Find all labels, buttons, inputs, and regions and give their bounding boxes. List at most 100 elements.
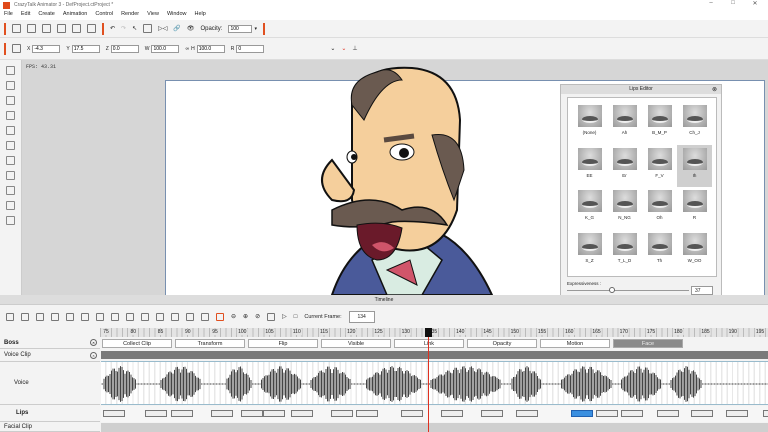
lock-ratio-icon[interactable]: ∞ bbox=[185, 46, 189, 52]
lip-key[interactable] bbox=[356, 410, 378, 417]
close-track-icon[interactable]: × bbox=[90, 339, 97, 346]
maximize-button[interactable]: □ bbox=[722, 0, 744, 10]
zoom-fit-icon[interactable]: ⊘ bbox=[255, 313, 260, 320]
zoom-out-icon[interactable]: ⊖ bbox=[231, 313, 236, 320]
new-file-icon[interactable] bbox=[12, 24, 21, 33]
track-boss[interactable]: Boss × bbox=[0, 337, 100, 349]
menu-render[interactable]: Render bbox=[121, 11, 139, 19]
viseme-oh[interactable]: Oh bbox=[642, 187, 677, 230]
lip-key[interactable] bbox=[481, 410, 503, 417]
pivot-icon[interactable]: ⊥ bbox=[352, 45, 357, 52]
playhead-line[interactable] bbox=[427, 328, 429, 432]
eye-icon[interactable]: 👁 bbox=[187, 25, 195, 32]
viseme-f_v[interactable]: F_V bbox=[642, 145, 677, 188]
ease-in-icon[interactable]: ⌄ bbox=[330, 45, 335, 52]
viseme-r[interactable]: R bbox=[677, 187, 712, 230]
lip-key[interactable] bbox=[171, 410, 193, 417]
tool-icon[interactable] bbox=[6, 96, 15, 105]
track-button-transform[interactable]: Transform bbox=[175, 338, 245, 348]
key-icon[interactable] bbox=[51, 312, 59, 321]
h-input[interactable] bbox=[196, 44, 225, 53]
add-key-icon[interactable] bbox=[66, 312, 74, 321]
tool-icon[interactable] bbox=[6, 111, 15, 120]
import-icon[interactable] bbox=[72, 24, 81, 33]
close-icon[interactable]: ⊗ bbox=[712, 86, 717, 93]
close-track-icon[interactable]: × bbox=[90, 351, 97, 359]
fit-view-icon[interactable] bbox=[267, 312, 276, 321]
save-icon[interactable] bbox=[42, 24, 51, 33]
undo-icon[interactable]: ↶ bbox=[110, 25, 115, 32]
tool-icon[interactable] bbox=[6, 66, 15, 75]
viseme-k_g[interactable]: K_G bbox=[572, 187, 607, 230]
viseme-ah[interactable]: Ah bbox=[607, 102, 642, 145]
track-voice[interactable]: Voice bbox=[0, 362, 100, 405]
viseme-n_ng[interactable]: N_NG bbox=[607, 187, 642, 230]
lip-key[interactable] bbox=[763, 410, 768, 417]
export-icon[interactable] bbox=[87, 24, 96, 33]
expressiveness-slider[interactable] bbox=[567, 290, 689, 291]
link-icon[interactable]: 🔗 bbox=[173, 25, 180, 32]
clip-icon[interactable] bbox=[186, 312, 194, 321]
viseme-t_l_d[interactable]: T_L_D bbox=[607, 230, 642, 273]
clip-icon[interactable] bbox=[171, 312, 179, 321]
lip-key[interactable] bbox=[241, 410, 263, 417]
track-button-flip[interactable]: Flip bbox=[248, 338, 318, 348]
menu-control[interactable]: Control bbox=[95, 11, 113, 19]
voice-clip-bar[interactable] bbox=[101, 351, 768, 359]
flag-icon[interactable] bbox=[216, 312, 224, 321]
redo-icon[interactable]: ↷ bbox=[121, 25, 126, 32]
track-list-icon[interactable] bbox=[6, 312, 14, 321]
viseme-er[interactable]: Er bbox=[607, 145, 642, 188]
y-input[interactable] bbox=[71, 44, 100, 53]
tool-icon[interactable] bbox=[6, 186, 15, 195]
menu-edit[interactable]: Edit bbox=[21, 11, 30, 19]
anchor-grid-icon[interactable] bbox=[12, 44, 21, 53]
clipboard-icon[interactable] bbox=[143, 24, 153, 33]
viseme-ee[interactable]: EE bbox=[572, 145, 607, 188]
frame-ruler[interactable]: 75 80 85 90 95 100 105 110 115 120 125 130 135 140 145… bbox=[100, 328, 768, 337]
tool-icon[interactable] bbox=[6, 216, 15, 225]
lip-key[interactable] bbox=[441, 410, 463, 417]
menu-help[interactable]: Help bbox=[195, 11, 206, 19]
play-icon[interactable]: ▷ bbox=[282, 313, 287, 320]
ease-out-icon[interactable]: ⌄ bbox=[341, 45, 346, 52]
lips-keys-track[interactable] bbox=[101, 406, 768, 422]
playhead-handle[interactable] bbox=[424, 328, 432, 337]
layer-icon[interactable] bbox=[36, 312, 44, 321]
flip-icon[interactable]: ▷◁ bbox=[158, 25, 167, 32]
w-input[interactable] bbox=[151, 44, 180, 53]
character-boss[interactable] bbox=[292, 60, 502, 295]
voice-waveform[interactable] bbox=[100, 361, 768, 405]
lip-key[interactable] bbox=[657, 410, 679, 417]
lip-key[interactable] bbox=[331, 410, 353, 417]
filter-icon[interactable] bbox=[21, 312, 29, 321]
track-button-visible[interactable]: Visible bbox=[321, 338, 391, 348]
clip-icon[interactable] bbox=[156, 312, 164, 321]
viseme-none[interactable]: (None) bbox=[572, 102, 607, 145]
track-button-opacity[interactable]: Opacity bbox=[467, 338, 537, 348]
track-button-motion[interactable]: Motion bbox=[540, 338, 610, 348]
lip-key[interactable] bbox=[621, 410, 643, 417]
menu-animation[interactable]: Animation bbox=[63, 11, 87, 19]
clip-icon[interactable] bbox=[201, 312, 209, 321]
tool-icon[interactable] bbox=[6, 81, 15, 90]
lip-key[interactable] bbox=[103, 410, 125, 417]
viseme-ch_j[interactable]: Ch_J bbox=[677, 102, 712, 145]
menu-file[interactable]: File bbox=[4, 11, 13, 19]
lip-key[interactable] bbox=[516, 410, 538, 417]
viseme-w_oo[interactable]: W_OO bbox=[677, 230, 712, 273]
opacity-dropdown-icon[interactable]: ▾ bbox=[254, 26, 257, 32]
viseme-th[interactable]: Th bbox=[642, 230, 677, 273]
minimize-button[interactable]: – bbox=[700, 0, 722, 10]
current-frame-input[interactable]: 134 bbox=[348, 310, 375, 323]
tool-icon[interactable] bbox=[6, 126, 15, 135]
r-input[interactable] bbox=[236, 44, 265, 53]
select-arrow-icon[interactable]: ↖ bbox=[132, 25, 137, 32]
tool-icon[interactable] bbox=[6, 171, 15, 180]
loop-icon[interactable] bbox=[111, 312, 119, 321]
lip-key[interactable] bbox=[145, 410, 167, 417]
facial-clip-bar[interactable] bbox=[101, 423, 768, 432]
expressiveness-slider-handle[interactable] bbox=[609, 287, 616, 293]
menu-create[interactable]: Create bbox=[38, 11, 55, 19]
remove-key-icon[interactable] bbox=[81, 312, 89, 321]
